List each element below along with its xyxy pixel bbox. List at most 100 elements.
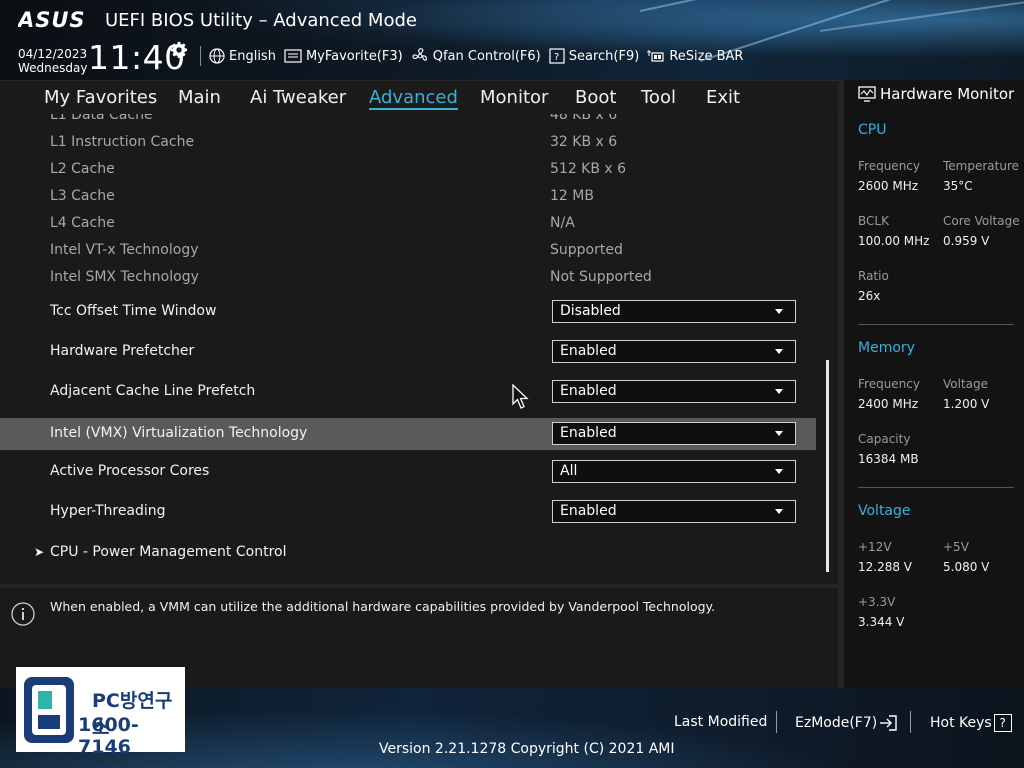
setting-row-active-cores[interactable]: Active Processor Cores All [0,456,816,488]
info-row-l3-cache: L3 Cache 12 MB [0,184,816,211]
memory-voltage-value: 1.200 V [943,397,990,411]
v12-label: +12V [858,540,892,554]
hot-keys-label: Hot Keys [930,715,992,731]
decorative-streak [819,0,1024,32]
chevron-right-icon: ➤ [34,545,45,559]
language-label: English [229,48,276,64]
version-text: Version 2.21.1278 Copyright (C) 2021 AMI [379,741,675,757]
dropdown-value: Enabled [560,343,617,359]
hot-keys-button[interactable]: Hot Keys ? [930,714,1012,732]
resize-bar-button[interactable]: ReSize BAR [647,48,743,64]
core-voltage-label: Core Voltage [943,214,1020,228]
bclk-label: BCLK [858,214,889,228]
tab-exit[interactable]: Exit [706,87,740,108]
tab-tool[interactable]: Tool [641,87,676,108]
capacity-label: Capacity [858,432,911,446]
hyper-threading-dropdown[interactable]: Enabled [552,500,796,523]
footer-divider [776,711,777,733]
tab-advanced[interactable]: Advanced [369,87,458,110]
setting-row-hyper-threading[interactable]: Hyper-Threading Enabled [0,496,816,528]
memory-frequency-value: 2400 MHz [858,397,919,411]
mouse-pointer-icon [512,384,529,409]
capacity-value: 16384 MB [858,452,919,466]
info-label: L3 Cache [50,188,115,204]
setting-label: Hardware Prefetcher [50,343,195,359]
chevron-down-icon [775,469,783,474]
active-cores-dropdown[interactable]: All [552,460,796,483]
tab-my-favorites[interactable]: My Favorites [44,87,157,108]
globe-icon [209,48,225,64]
watermark-logo: PC방연구소 1600-7146 [16,667,185,758]
resize-bar-icon [647,50,664,62]
info-value: Supported [550,242,623,258]
setting-row-hardware-prefetcher[interactable]: Hardware Prefetcher Enabled [0,336,816,368]
cpu-heading: CPU [858,122,887,138]
gear-icon[interactable] [170,41,188,59]
tab-ai-tweaker[interactable]: Ai Tweaker [250,87,346,108]
qfan-control-button[interactable]: Qfan Control(F6) [411,47,541,65]
divider [858,487,1014,488]
submenu-label: CPU - Power Management Control [50,544,287,560]
svg-text:ASUS: ASUS [18,9,86,31]
scrollbar[interactable] [826,360,829,572]
tcc-offset-dropdown[interactable]: Disabled [552,300,796,323]
info-value: 512 KB x 6 [550,161,627,177]
day-text: Wednesday [18,61,88,75]
footer-divider [910,711,911,733]
resize-bar-label: ReSize BAR [669,48,744,64]
chevron-down-icon [775,431,783,436]
settings-panel[interactable]: L1 Data Cache 48 KB x 6 L1 Instruction C… [0,114,838,580]
search-label: Search(F9) [568,48,640,64]
myfavorite-button[interactable]: MyFavorite(F3) [284,49,403,64]
setting-row-tcc-offset[interactable]: Tcc Offset Time Window Disabled [0,296,816,328]
setting-row-adjacent-cache[interactable]: Adjacent Cache Line Prefetch Enabled [0,376,816,408]
toolbar: English MyFavorite(F3) Qfan Control(F6) [200,46,751,66]
dropdown-value: Enabled [560,425,617,441]
main-tabs: My Favorites Main Ai Tweaker Advanced Mo… [0,80,838,115]
memory-heading: Memory [858,340,915,356]
tab-monitor[interactable]: Monitor [480,87,548,108]
hardware-monitor-panel: Hardware Monitor CPU Frequency Temperatu… [838,80,1024,688]
dropdown-value: Enabled [560,383,617,399]
tab-boot[interactable]: Boot [575,87,616,108]
info-row-l1-instruction-cache: L1 Instruction Cache 32 KB x 6 [0,130,816,157]
dropdown-value: Enabled [560,503,617,519]
info-row-smx: Intel SMX Technology Not Supported [0,265,816,292]
chevron-down-icon [775,309,783,314]
setting-label: Intel (VMX) Virtualization Technology [50,425,308,441]
language-button[interactable]: English [209,48,276,64]
ezmode-button[interactable]: EzMode(F7) [795,714,899,732]
watermark-emblem [24,677,74,743]
search-button[interactable]: ? Search(F9) [549,48,640,64]
myfavorite-label: MyFavorite(F3) [305,48,403,64]
info-value: N/A [550,215,575,231]
ezmode-label: EzMode(F7) [795,715,878,731]
cpu-frequency-label: Frequency [858,159,920,173]
hardware-monitor-title: Hardware Monitor [858,85,1014,103]
vmx-virtualization-dropdown[interactable]: Enabled [552,422,796,445]
favorite-icon [284,49,302,63]
info-icon [11,602,35,626]
v12-value: 12.288 V [858,560,913,574]
tab-main[interactable]: Main [178,87,221,108]
qfan-label: Qfan Control(F6) [432,48,541,64]
hardware-prefetcher-dropdown[interactable]: Enabled [552,340,796,363]
adjacent-cache-dropdown[interactable]: Enabled [552,380,796,403]
setting-label: Tcc Offset Time Window [50,303,217,319]
date-display: 04/12/2023 Wednesday [18,47,87,75]
question-key-icon: ? [993,714,1012,732]
info-value: 32 KB x 6 [550,134,618,150]
bclk-value: 100.00 MHz [858,234,930,248]
info-row-l1-data-cache: L1 Data Cache 48 KB x 6 [0,114,816,130]
last-modified-button[interactable]: Last Modified [674,714,767,730]
core-voltage-value: 0.959 V [943,234,990,248]
setting-row-vmx-virtualization[interactable]: Intel (VMX) Virtualization Technology En… [0,418,816,450]
date-text: 04/12/2023 [18,47,88,61]
toolbar-divider [200,46,201,66]
submenu-cpu-power-management[interactable]: ➤ CPU - Power Management Control [0,540,816,566]
memory-voltage-label: Voltage [943,377,989,391]
divider [858,324,1014,325]
fan-icon [412,48,427,61]
info-value: Not Supported [550,269,652,285]
cpu-frequency-value: 2600 MHz [858,179,919,193]
